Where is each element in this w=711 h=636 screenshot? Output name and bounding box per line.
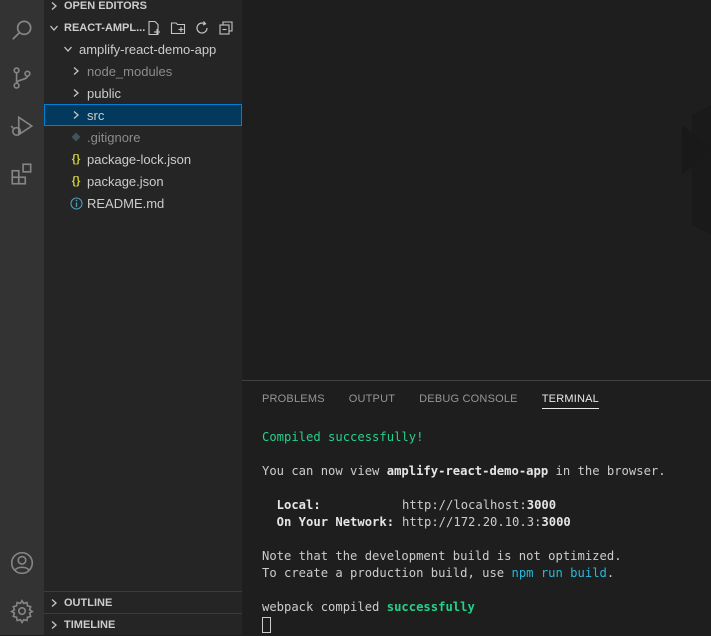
terminal-cursor xyxy=(262,616,271,633)
workspace-title: REACT-AMPL... xyxy=(64,22,146,34)
network-url: http://172.20.10.3: xyxy=(402,515,542,529)
tab-terminal[interactable]: TERMINAL xyxy=(541,391,599,409)
npm-run-build-command: npm run build xyxy=(511,566,607,580)
explorer-actions xyxy=(144,18,236,38)
tree-folder-node-modules[interactable]: node_modules xyxy=(44,60,242,82)
tree-folder-public[interactable]: public xyxy=(44,82,242,104)
open-editors-header[interactable]: OPEN EDITORS xyxy=(44,0,242,16)
chevron-right-icon xyxy=(68,107,84,123)
activity-bar xyxy=(0,0,44,635)
tree-item-label: node_modules xyxy=(87,63,173,79)
timeline-section: TIMELINE xyxy=(44,613,242,636)
new-folder-icon[interactable] xyxy=(168,18,188,38)
source-control-icon[interactable] xyxy=(0,56,44,100)
tree-item-label: .gitignore xyxy=(87,129,141,145)
json-braces-icon: {} xyxy=(71,153,81,165)
tree-file-package-json[interactable]: {} package.json xyxy=(44,170,242,192)
note-line-1: Note that the development build is not o… xyxy=(262,549,622,563)
tab-debug-console[interactable]: DEBUG CONSOLE xyxy=(419,391,518,415)
tab-problems[interactable]: PROBLEMS xyxy=(262,391,325,415)
chevron-right-icon xyxy=(46,617,62,633)
note-line-2-prefix: To create a production build, use xyxy=(262,566,512,580)
note-line-2-suffix: . xyxy=(606,566,615,580)
compiled-message: Compiled successfully! xyxy=(262,430,424,444)
tree-folder-root[interactable]: amplify-react-demo-app xyxy=(44,38,242,60)
search-icon[interactable] xyxy=(0,8,44,52)
collapse-all-icon[interactable] xyxy=(216,18,236,38)
bottom-panel: PROBLEMS OUTPUT DEBUG CONSOLE TERMINAL C… xyxy=(242,380,711,636)
chevron-right-icon xyxy=(46,0,62,14)
chevron-down-icon xyxy=(60,41,76,57)
tree-item-label: public xyxy=(87,85,121,101)
outline-header[interactable]: OUTLINE xyxy=(44,593,242,613)
tree-file-gitignore[interactable]: .gitignore xyxy=(44,126,242,148)
view-suffix: in the browser. xyxy=(548,464,666,478)
tree-item-label: package.json xyxy=(87,173,164,189)
tab-output[interactable]: OUTPUT xyxy=(349,391,395,415)
timeline-title: TIMELINE xyxy=(64,619,116,631)
tree-item-label: amplify-react-demo-app xyxy=(79,41,217,57)
tree-folder-src[interactable]: src xyxy=(44,104,242,126)
account-icon[interactable] xyxy=(0,541,44,585)
json-braces-icon: {} xyxy=(71,175,81,187)
chevron-right-icon xyxy=(68,85,84,101)
open-editors-title: OPEN EDITORS xyxy=(64,0,147,12)
settings-gear-icon[interactable] xyxy=(0,589,44,633)
tree-item-label: package-lock.json xyxy=(87,151,192,167)
new-file-icon[interactable] xyxy=(144,18,164,38)
explorer-sidebar: OPEN EDITORS REACT-AMPL... amplify-react… xyxy=(44,0,242,635)
terminal-output[interactable]: Compiled successfully! You can now view … xyxy=(262,429,666,633)
timeline-header[interactable]: TIMELINE xyxy=(44,615,242,635)
extensions-icon[interactable] xyxy=(0,152,44,196)
local-label: Local: xyxy=(262,498,321,512)
chevron-right-icon xyxy=(68,63,84,79)
outline-title: OUTLINE xyxy=(64,597,113,609)
app-name: amplify-react-demo-app xyxy=(386,464,549,478)
run-debug-icon[interactable] xyxy=(0,104,44,148)
info-icon xyxy=(68,195,84,211)
panel-tabs: PROBLEMS OUTPUT DEBUG CONSOLE TERMINAL xyxy=(262,391,599,415)
network-port: 3000 xyxy=(541,515,571,529)
tree-file-package-lock[interactable]: {} package-lock.json xyxy=(44,148,242,170)
local-url: http://localhost: xyxy=(402,498,527,512)
tree-item-label: README.md xyxy=(87,195,165,211)
refresh-icon[interactable] xyxy=(192,18,212,38)
webpack-status: successfully xyxy=(386,600,475,614)
tree-item-label: src xyxy=(87,107,105,123)
chevron-down-icon xyxy=(46,20,62,36)
workspace-header[interactable]: REACT-AMPL... xyxy=(44,18,242,38)
webpack-prefix: webpack compiled xyxy=(262,600,387,614)
network-label: On Your Network: xyxy=(262,515,395,529)
local-port: 3000 xyxy=(526,498,557,512)
chevron-right-icon xyxy=(46,595,62,611)
editor-area[interactable] xyxy=(242,0,711,380)
outline-section: OUTLINE xyxy=(44,591,242,614)
tree-file-readme[interactable]: README.md xyxy=(44,192,242,214)
git-diamond-icon xyxy=(68,129,84,145)
view-prefix: You can now view xyxy=(262,464,387,478)
vscode-watermark-logo xyxy=(682,105,711,235)
